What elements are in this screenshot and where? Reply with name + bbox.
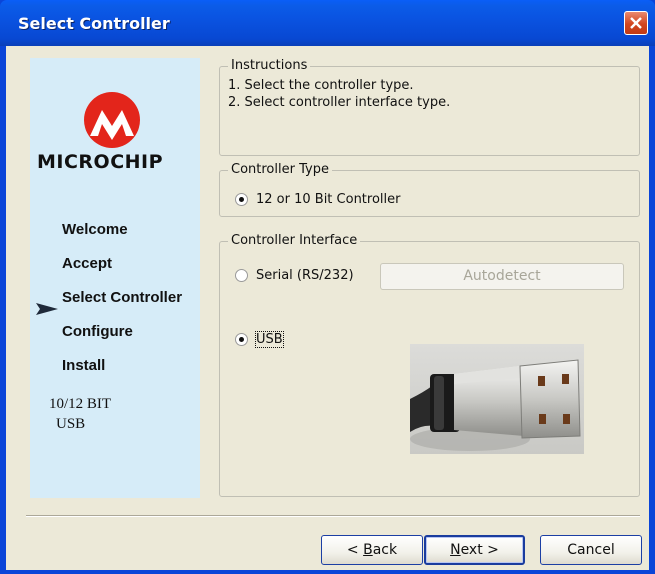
instructions-legend: Instructions: [228, 58, 311, 73]
usb-connector-image: [410, 344, 584, 454]
autodetect-button-label: Autodetect: [463, 268, 541, 284]
next-button-mnemonic: N: [450, 542, 461, 558]
instruction-line-1: 1. Select the controller type.: [228, 78, 414, 93]
serial-option-label[interactable]: Serial (RS/232): [256, 268, 354, 283]
step-welcome: Welcome: [62, 221, 128, 238]
wizard-sidebar: MICROCHIP Welcome Accept Select Controll…: [30, 58, 200, 498]
usb-option-label[interactable]: USB: [255, 331, 284, 348]
current-step-arrow-icon: [36, 303, 58, 315]
controller-type-group: Controller Type 12 or 10 Bit Controller: [219, 162, 640, 217]
info-line-usb: USB: [56, 416, 86, 432]
back-button[interactable]: < Back: [321, 535, 423, 565]
usb-radio[interactable]: [235, 333, 248, 346]
back-button-prefix: <: [346, 542, 364, 558]
cancel-button-label: Cancel: [567, 542, 615, 558]
controller-type-option-label[interactable]: 12 or 10 Bit Controller: [256, 192, 401, 207]
title-bar[interactable]: Select Controller: [0, 0, 655, 46]
serial-radio[interactable]: [235, 269, 248, 282]
brand-name: MICROCHIP: [37, 151, 164, 173]
controller-type-radio[interactable]: [235, 193, 248, 206]
microchip-logo-icon: [84, 92, 140, 148]
step-configure: Configure: [62, 323, 133, 340]
dialog-client-area: MICROCHIP Welcome Accept Select Controll…: [6, 46, 649, 570]
dialog-window: Select Controller MICROCHIP Welcome Acce…: [0, 0, 655, 574]
step-accept: Accept: [62, 255, 113, 272]
cancel-button[interactable]: Cancel: [540, 535, 642, 565]
instructions-group: Instructions 1. Select the controller ty…: [219, 58, 640, 156]
instruction-line-2: 2. Select controller interface type.: [228, 95, 451, 110]
next-button-suffix: >: [482, 542, 499, 558]
close-icon: [630, 17, 642, 29]
next-button-label: ext: [460, 542, 483, 558]
controller-interface-legend: Controller Interface: [228, 233, 361, 248]
controller-type-legend: Controller Type: [228, 162, 332, 177]
next-button[interactable]: Next >: [424, 535, 525, 565]
info-line-bit: 10/12 BIT: [49, 396, 112, 412]
window-title: Select Controller: [18, 14, 170, 33]
back-button-mnemonic: B: [363, 542, 373, 558]
step-install: Install: [62, 357, 106, 374]
step-select-controller: Select Controller: [62, 289, 183, 306]
usb-connector-icon: [410, 344, 584, 454]
back-button-label: ack: [372, 542, 398, 558]
footer-separator: [26, 515, 640, 517]
close-button[interactable]: [624, 11, 648, 35]
autodetect-button[interactable]: Autodetect: [380, 263, 624, 290]
